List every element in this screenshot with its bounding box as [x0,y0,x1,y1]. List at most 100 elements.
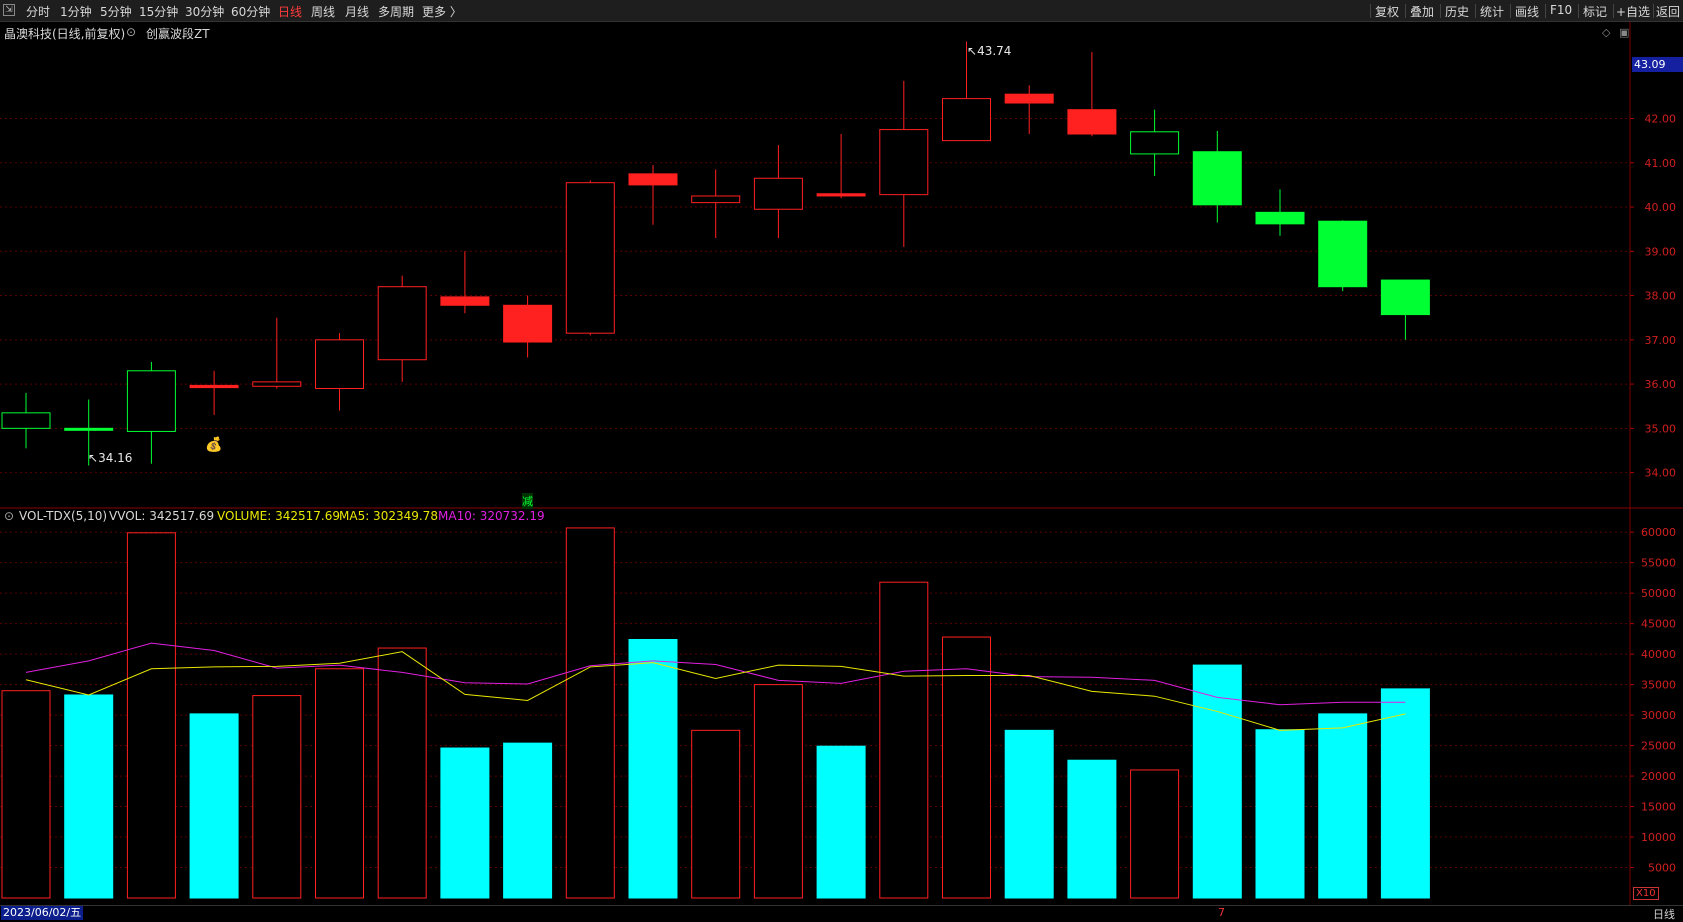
add-watchlist-button[interactable]: +自选 [1616,3,1650,20]
volume-bar [1255,729,1305,899]
toolbar-divider [1578,4,1579,18]
candle-body [1318,220,1368,288]
candle-body [1067,109,1117,135]
top-toolbar: ⇲ 分时 1分钟 5分钟 15分钟 30分钟 60分钟 日线 周线 月线 多周期… [0,0,1683,22]
price-tick-label: 42.00 [1645,113,1677,126]
volume-toggle-icon[interactable]: ⊙ [4,509,14,523]
volume-tick-label: 10000 [1641,831,1676,844]
volume-bar [315,668,364,899]
tab-fenshi[interactable]: 分时 [26,3,50,20]
candle-body [753,177,803,210]
volume-tick-label: 5000 [1648,862,1676,875]
volume-bar [252,695,302,899]
volume-bar [1130,769,1180,899]
stats-button[interactable]: 统计 [1480,3,1504,20]
tab-multi-period[interactable]: 多周期 [378,3,414,20]
volume-tick-label: 35000 [1641,679,1676,692]
toolbar-divider [1405,4,1406,18]
chart-canvas[interactable]: 34.00 35.00 36.00 37.00 38.00 39.00 40.00 41.00… [0,22,1683,905]
volume-bar [1004,729,1054,899]
candle-body [1192,151,1242,206]
price-tick-label: 37.00 [1645,334,1677,347]
volume-bar [942,636,991,899]
vvol-value: VVOL: 342517.69 [109,509,215,523]
candle-body [126,370,176,432]
return-button[interactable]: 返回 [1656,3,1680,20]
tab-weekly[interactable]: 周线 [311,3,335,20]
panel-expand-icon[interactable]: ▣ [1619,26,1629,39]
volume-bar [440,747,490,899]
volume-tick-label: 15000 [1641,801,1676,814]
indicator-name: 创赢波段ZT [146,27,210,41]
stock-title: 晶澳科技(日线,前复权) [4,27,126,41]
toolbar-divider [1475,4,1476,18]
tab-daily[interactable]: 日线 [278,3,302,20]
indicator-toggle-icon[interactable]: ⊙ [126,25,136,39]
toolbar-divider [1653,4,1654,18]
tab-monthly[interactable]: 月线 [345,3,369,20]
tab-5min[interactable]: 5分钟 [100,3,132,20]
volume-bar [377,647,427,899]
volume-tick-label: 55000 [1641,557,1676,570]
volume-tick-label: 50000 [1641,587,1676,600]
volume-value: VOLUME: 342517.69 [217,509,340,523]
volume-bar [126,532,176,899]
volume-multiplier: X10 [1633,887,1659,900]
y-axis-labels: 34.00 35.00 36.00 37.00 38.00 39.00 40.00 41.00… [1630,113,1676,875]
volume-bar [753,684,803,899]
tab-1min[interactable]: 1分钟 [60,3,92,20]
overlay-button[interactable]: 叠加 [1410,3,1434,20]
volume-bar [879,581,929,899]
volume-bar [1380,688,1430,899]
price-tick-label: 36.00 [1645,378,1677,391]
month-marker: 7 [1218,906,1225,919]
toolbar-divider [1613,4,1614,18]
low-price-label: ↖34.16 [88,451,133,465]
fuquan-button[interactable]: 复权 [1375,3,1399,20]
money-bag-icon[interactable]: 💰 [205,437,222,453]
volume-bar [691,729,741,899]
f10-button[interactable]: F10 [1550,3,1572,17]
status-bar [0,905,1683,922]
price-tick-label: 35.00 [1645,422,1677,435]
ma10-value: MA10: 320732.19 [438,509,545,523]
candle-body [440,296,490,306]
price-tick-label: 38.00 [1645,290,1677,303]
volume-indicator-title: VOL-TDX(5,10) [19,509,108,523]
period-label[interactable]: 日线 [1653,906,1675,922]
volume-bar [1192,664,1242,899]
current-price-tag: 43.09 [1632,57,1683,72]
candle-body [252,381,302,387]
price-tick-label: 34.00 [1645,467,1677,480]
candle-body [1130,131,1180,155]
candle-body [1,412,51,429]
toolbar-divider [1510,4,1511,18]
tab-15min[interactable]: 15分钟 [139,3,178,20]
volume-tick-label: 45000 [1641,618,1676,631]
volume-bar [1067,759,1117,899]
volume-tick-label: 25000 [1641,740,1676,753]
ma5-value: MA5: 302349.78 [339,509,438,523]
history-button[interactable]: 历史 [1445,3,1469,20]
candle-body [565,182,615,334]
toolbar-divider [1545,4,1546,18]
candle-body [189,384,239,389]
candlestick-series [1,41,1430,466]
candle-body [64,427,114,431]
tab-more[interactable]: 更多 〉 [422,3,462,20]
price-tick-label: 39.00 [1645,245,1677,258]
candle-body [879,129,929,196]
back-nav-icon[interactable]: ⇲ [3,4,15,16]
draw-button[interactable]: 画线 [1515,3,1539,20]
candle-body [1004,93,1054,104]
tab-60min[interactable]: 60分钟 [231,3,270,20]
price-tick-label: 40.00 [1645,201,1677,214]
tab-30min[interactable]: 30分钟 [185,3,224,20]
candle-body [315,339,364,390]
toolbar-divider [1370,4,1371,18]
volume-bar [816,745,866,899]
high-price-label: ↖43.74 [967,44,1012,58]
mark-button[interactable]: 标记 [1583,3,1607,20]
diamond-icon[interactable]: ◇ [1602,26,1610,39]
volume-bar [628,638,678,899]
